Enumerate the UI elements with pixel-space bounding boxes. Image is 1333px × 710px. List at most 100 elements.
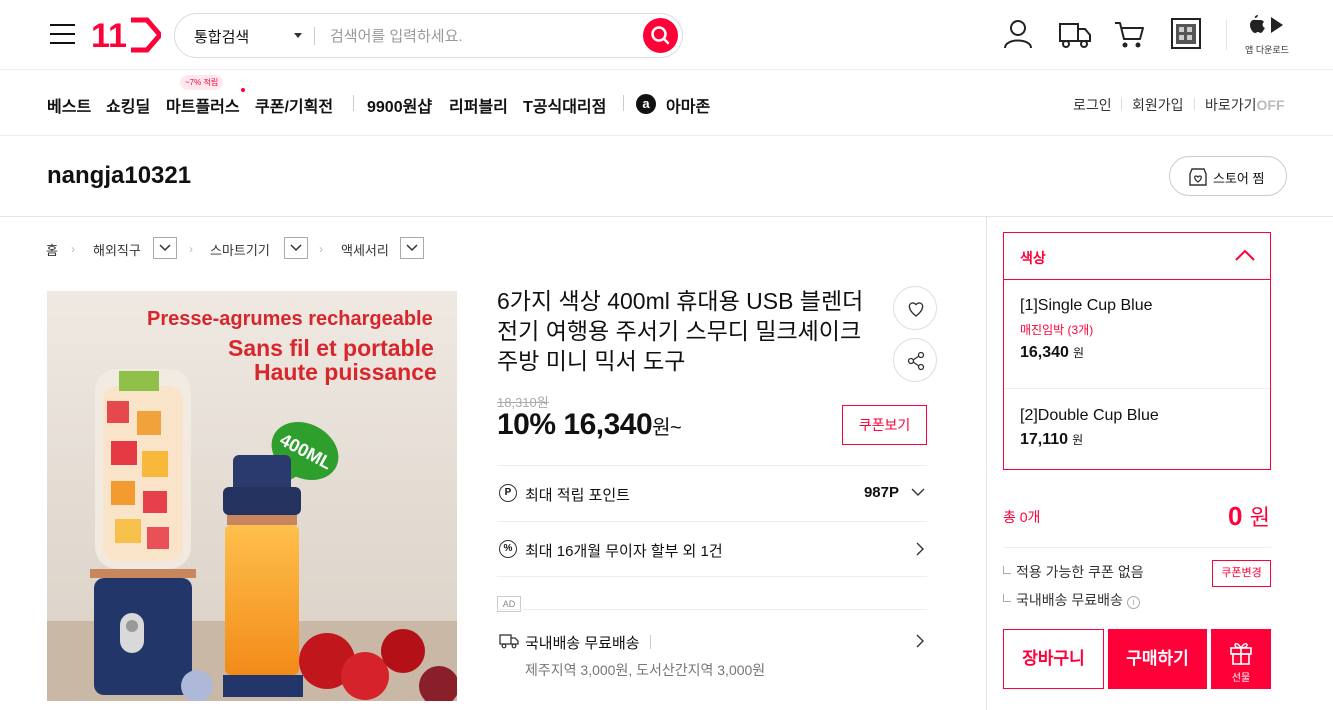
truck-icon (499, 634, 519, 649)
delivery-truck-icon[interactable] (1057, 17, 1091, 51)
breadcrumb-home[interactable]: 홈 (46, 240, 58, 259)
breadcrumb-dropdown[interactable] (284, 237, 308, 259)
option-item[interactable]: [1]Single Cup Blue 매진임박 (3개) 16,340 원 (1004, 297, 1270, 362)
chevron-down-icon (290, 244, 302, 252)
nav-item-shocking-deal[interactable]: 쇼킹딜 (106, 93, 150, 117)
site-logo[interactable]: 11 (91, 17, 164, 58)
divider (497, 521, 927, 522)
option-price: 17,110 원 (1020, 431, 1270, 449)
divider (1004, 388, 1270, 389)
coupon-status: 적용 가능한 쿠폰 없음 (1003, 562, 1144, 582)
point-value: 987P (863, 484, 899, 501)
cart-icon[interactable] (1112, 17, 1146, 51)
option-item[interactable]: [2]Double Cup Blue 17,110 원 (1004, 407, 1270, 449)
image-text-line1: Presse-agrumes rechargeable (147, 308, 433, 330)
search-input[interactable] (330, 22, 630, 50)
gift-label: 선물 (1231, 673, 1251, 684)
app-download-label: 앱 다운로드 (1245, 45, 1289, 55)
product-image[interactable]: Presse-agrumes rechargeable Sans fil et … (47, 291, 457, 701)
app-download[interactable]: 앱 다운로드 (1242, 14, 1292, 56)
point-icon: P (499, 484, 517, 502)
heart-icon (908, 302, 924, 317)
chevron-down-icon (911, 488, 925, 496)
total-price-value: 0 (1228, 501, 1243, 531)
search-icon (651, 26, 670, 45)
share-button[interactable] (893, 338, 937, 382)
buy-now-button[interactable]: 구매하기 (1108, 629, 1207, 689)
nav-item-9900[interactable]: 9900원샵 (367, 93, 432, 117)
store-name[interactable]: nangja10321 (47, 162, 191, 190)
option-price-value: 16,340 (1020, 344, 1069, 361)
installment-label: 최대 16개월 무이자 할부 외 1건 (525, 543, 723, 560)
breadcrumb-accessory[interactable]: 액세서리 (341, 240, 389, 259)
chevron-down-icon (406, 244, 418, 252)
store-zzim-label: 스토어 찜 (1213, 171, 1265, 186)
divider (623, 95, 624, 111)
user-icon[interactable] (1001, 17, 1035, 51)
add-to-cart-button[interactable]: 장바구니 (1003, 629, 1104, 689)
divider (650, 635, 651, 649)
option-list: [1]Single Cup Blue 매진임박 (3개) 16,340 원 [2]… (1003, 279, 1271, 470)
option-price-value: 17,110 (1020, 431, 1069, 448)
divider (1226, 20, 1227, 50)
divider (986, 217, 987, 710)
nav-item-best[interactable]: 베스트 (47, 93, 91, 117)
divider (497, 609, 927, 610)
login-link[interactable]: 로그인 (1073, 95, 1112, 115)
option-select-header[interactable]: 색상 (1003, 232, 1271, 280)
svg-text:11: 11 (91, 17, 127, 53)
divider (314, 27, 315, 45)
new-dot (241, 88, 245, 92)
breadcrumb-smart-device[interactable]: 스마트기기 (210, 240, 270, 259)
total-count: 총 0개 (1003, 509, 1041, 525)
option-header-label: 색상 (1020, 250, 1046, 266)
store-zzim-button[interactable]: 스토어 찜 (1169, 156, 1287, 196)
sale-price: 10% 16,340원~ (497, 408, 682, 442)
top-header: 11 통합검색 앱 다운로드 (0, 0, 1333, 70)
shipping-row[interactable]: 국내배송 무료배송 (497, 627, 927, 657)
recent-view-icon[interactable] (1170, 17, 1204, 51)
coupon-view-button[interactable]: 쿠폰보기 (842, 405, 927, 445)
search-category-select[interactable]: 통합검색 (194, 26, 249, 47)
nav-item-mart-plus[interactable]: 마트플러스 (166, 93, 240, 117)
breadcrumb-dropdown[interactable] (400, 237, 424, 259)
nav-item-t-official[interactable]: T공식대리점 (523, 93, 606, 117)
installment-row[interactable]: % 최대 16개월 무이자 할부 외 1건 (497, 535, 927, 565)
caret-down-icon[interactable] (294, 33, 302, 38)
info-icon[interactable]: i (1126, 596, 1140, 609)
price-value: 16,340 (563, 408, 653, 441)
chevron-up-icon (1235, 249, 1255, 261)
coupon-change-button[interactable]: 쿠폰변경 (1212, 560, 1271, 587)
wishlist-button[interactable] (893, 286, 937, 330)
shortcut-toggle[interactable]: 바로가기OFF (1205, 95, 1285, 115)
divider (353, 95, 354, 111)
menu-icon[interactable] (50, 24, 75, 44)
discount-rate: 10% (497, 408, 556, 441)
chevron-right-icon: › (319, 242, 323, 256)
search-button[interactable] (643, 18, 678, 53)
gift-button[interactable]: 선물 (1211, 629, 1271, 689)
chevron-right-icon (916, 542, 924, 556)
nav-item-amazon[interactable]: 아마존 (666, 93, 710, 117)
shortcut-off-label: OFF (1256, 97, 1285, 113)
nav-item-refurb[interactable]: 리퍼블리 (449, 93, 508, 117)
coupon-status-label: 적용 가능한 쿠폰 없음 (1016, 564, 1144, 580)
divider (497, 465, 927, 466)
nav-item-coupon[interactable]: 쿠폰/기획전 (255, 93, 333, 117)
point-row[interactable]: P 최대 적립 포인트 987P (497, 479, 927, 509)
shipping-sub-info: 제주지역 3,000원, 도서산간지역 3,000원 (525, 662, 766, 678)
store-bar: nangja10321 스토어 찜 (0, 136, 1333, 217)
price-unit: 원~ (652, 417, 682, 439)
breadcrumb-dropdown[interactable] (153, 237, 177, 259)
main-nav: 베스트 쇼킹딜 ~7% 적립 마트플러스 쿠폰/기획전 9900원샵 리퍼블리 … (0, 70, 1333, 136)
installment-icon: % (499, 540, 517, 558)
option-name: [2]Double Cup Blue (1020, 407, 1159, 424)
option-price-unit: 원 (1072, 346, 1084, 360)
breadcrumb-overseas[interactable]: 해외직구 (93, 240, 141, 259)
product-title: 6가지 색상 400ml 휴대용 USB 블렌더 전기 여행용 주서기 스무디 … (497, 288, 864, 374)
app-store-icon (1250, 15, 1283, 33)
signup-link[interactable]: 회원가입 (1132, 95, 1184, 115)
image-text-line3: Haute puissance (254, 359, 437, 385)
domestic-shipping-label: 국내배송 무료배송 (1016, 592, 1123, 608)
share-icon (907, 351, 925, 371)
